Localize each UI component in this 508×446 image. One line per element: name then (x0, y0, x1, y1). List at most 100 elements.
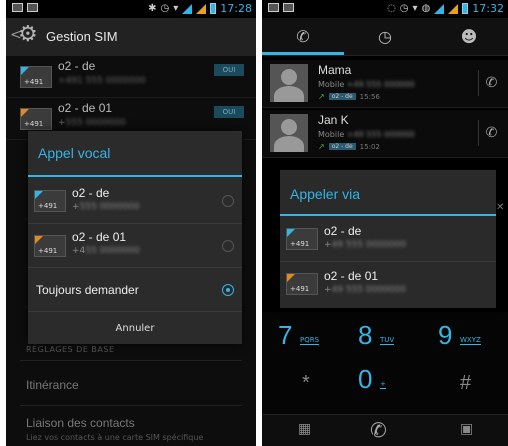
option-number: +49 555 0000000 (324, 285, 406, 295)
dial-key-star[interactable]: * (302, 372, 310, 395)
dial-key-9[interactable]: 9 WXYZ (438, 320, 481, 351)
signal-2-icon (196, 3, 207, 14)
dialog-title: Appeler via (290, 186, 361, 202)
sim-card-icon: +491 (286, 228, 318, 250)
sim-card-icon: +491 (34, 235, 66, 257)
setting-contact-link[interactable]: Liaison des contacts (26, 416, 135, 430)
call-button-main[interactable]: ✆ (370, 418, 387, 442)
close-icon[interactable]: ✕ (496, 203, 506, 213)
sim-name: o2 - de 01 (58, 101, 113, 115)
sim-number: +555 0000000 (58, 118, 126, 128)
sim-tag: o2 - de (328, 93, 356, 100)
dialog-divider (28, 175, 242, 177)
radio-button-selected[interactable] (222, 284, 234, 296)
call-button[interactable]: ✆ (478, 70, 504, 96)
wifi-icon: ▾ (173, 3, 179, 14)
contact-type: Mobile +49 555 000000 (318, 80, 415, 89)
sim-card-icon: +491 (20, 108, 52, 130)
mail-icon (268, 3, 279, 12)
option-number: +455 0000000 (72, 246, 140, 256)
dialog-option-2[interactable]: +491 o2 - de 01 +455 0000000 (28, 224, 242, 268)
contact-card-icon[interactable]: ▣ (460, 421, 473, 437)
sim-number: +491 555 0000000 (58, 76, 146, 86)
dial-key-0[interactable]: 0 + (358, 364, 386, 395)
bottom-bar: ▦ ✆ ▣ (262, 414, 508, 446)
always-ask-label: Toujours demander (36, 283, 139, 297)
sim-card-icon: +491 (286, 273, 318, 295)
sim-card-icon: +491 (34, 190, 66, 212)
dialog-option-2[interactable]: +491 o2 - de 01 +49 555 0000000 (280, 262, 496, 306)
cancel-button[interactable]: Annuler (28, 323, 242, 334)
dialog-title: Appel vocal (38, 145, 111, 161)
outgoing-arrow-icon: ↗ (318, 142, 325, 151)
contact-row[interactable]: Jan K Mobile +49 555 000000 ↗ o2 - de 15… (262, 110, 508, 158)
clock-text: 17:28 (220, 2, 252, 15)
contact-row[interactable]: Mama Mobile +49 555 000000 ↗ o2 - de 15:… (262, 60, 508, 108)
alarm-icon: ◷ (160, 3, 170, 14)
tab-bar: ✆ ◷ ☻ (262, 18, 508, 56)
avatar (270, 114, 308, 152)
sim-tag: o2 - de (328, 143, 356, 150)
dialog-option-1[interactable]: +491 o2 - de +49 555 0000000 (280, 216, 496, 262)
tab-indicator (262, 52, 344, 55)
dial-key-8[interactable]: 8 TUV (358, 320, 395, 351)
dialpad-toggle-icon[interactable]: ▦ (298, 421, 311, 437)
right-screen: ◌ ◷ ▾ ◍ 17:32 ✆ ◷ ☻ Mama Mobile +49 555 … (262, 0, 508, 446)
phone-icon[interactable]: ✆ (292, 26, 314, 48)
sim-name: o2 - de (58, 59, 96, 73)
section-header: RÉGLAGES DE BASE (26, 345, 115, 354)
signal-icon (434, 3, 445, 14)
option-number: +555 0000000 (72, 202, 140, 212)
nfc-icon: ◍ (421, 3, 431, 14)
radio-button[interactable] (222, 195, 234, 207)
left-screen: ✱ ◷ ▾ 17:28 < ⚙ Gestion SIM +491 o2 - de… (6, 0, 256, 446)
contact-name: Jan K (318, 113, 349, 127)
call-time: 15:02 (359, 142, 380, 151)
dial-key-7[interactable]: 7 PQRS (278, 320, 320, 351)
sync-icon: ◌ (387, 3, 396, 14)
voice-call-dialog: Appel vocal +491 o2 - de +555 0000000 +4… (28, 131, 242, 344)
wifi-icon: ▾ (412, 3, 418, 14)
dialog-option-1[interactable]: +491 o2 - de +555 0000000 (28, 178, 242, 224)
clock-text: 17:32 (472, 2, 504, 15)
bluetooth-icon: ✱ (148, 3, 157, 14)
radio-button[interactable] (222, 240, 234, 252)
person-icon[interactable]: ☻ (458, 26, 480, 48)
contact-name: Mama (318, 63, 352, 77)
status-bar: ✱ ◷ ▾ 17:28 (6, 0, 256, 18)
sim-row-1[interactable]: +491 o2 - de +491 555 0000000 OUI (6, 56, 256, 98)
alarm-icon: ◷ (399, 3, 409, 14)
dialog-option-always-ask[interactable]: Toujours demander (28, 268, 242, 312)
sim-card-icon: +491 (20, 66, 52, 88)
avatar (270, 64, 308, 102)
option-number: +49 555 0000000 (324, 240, 406, 250)
sim-toggle[interactable]: OUI (214, 64, 244, 76)
dial-key-hash[interactable]: # (460, 372, 471, 395)
setting-roaming[interactable]: Itinérance (26, 378, 79, 392)
sim-toggle[interactable]: OUI (214, 106, 244, 118)
divider (20, 405, 242, 406)
signal-icon (182, 3, 193, 14)
image-icon (27, 3, 38, 12)
battery-icon (210, 3, 217, 14)
status-bar: ◌ ◷ ▾ ◍ 17:32 (262, 0, 508, 18)
gear-icon[interactable]: ⚙ (18, 24, 40, 46)
call-via-dialog: Appeler via +491 o2 - de +49 555 0000000… (280, 170, 496, 308)
clock-icon[interactable]: ◷ (374, 26, 396, 48)
signal-2-icon (448, 3, 459, 14)
option-name: o2 - de (72, 186, 110, 200)
contact-type: Mobile +49 555 000000 (318, 130, 415, 139)
divider (20, 360, 242, 361)
outgoing-arrow-icon: ↗ (318, 92, 325, 101)
action-bar: < ⚙ Gestion SIM (6, 18, 256, 56)
option-name: o2 - de (324, 224, 362, 238)
option-name: o2 - de 01 (72, 230, 127, 244)
page-title: Gestion SIM (46, 29, 118, 44)
image-icon (283, 3, 294, 12)
mail-icon (12, 3, 23, 12)
setting-contact-link-sub: Liez vos contacts à une carte SIM spécif… (26, 433, 204, 442)
option-name: o2 - de 01 (324, 269, 379, 283)
battery-icon (462, 3, 469, 14)
call-time: 15:56 (359, 92, 380, 101)
call-button[interactable]: ✆ (478, 120, 504, 146)
